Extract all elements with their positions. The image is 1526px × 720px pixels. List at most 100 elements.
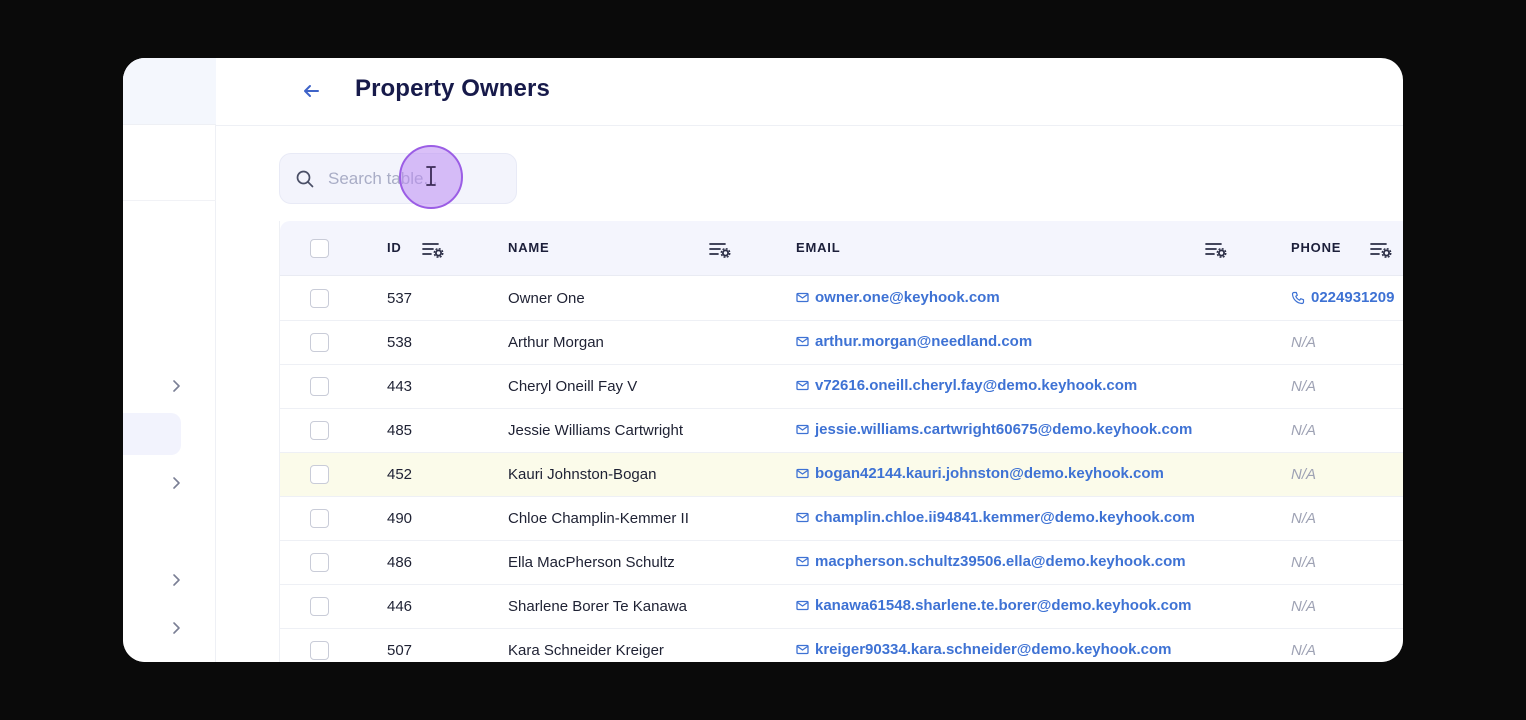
mail-icon	[796, 424, 809, 435]
cell-phone: N/A	[1291, 334, 1317, 351]
email-text: owner.one@keyhook.com	[815, 289, 1000, 306]
sidebar-header	[123, 58, 216, 125]
page-header: Property Owners	[216, 58, 1403, 126]
row-checkbox[interactable]	[310, 553, 329, 572]
cell-name: Ella MacPherson Schultz	[508, 554, 675, 571]
mail-icon	[796, 380, 809, 391]
cell-name: Chloe Champlin-Kemmer II	[508, 510, 689, 527]
row-checkbox[interactable]	[310, 377, 329, 396]
table-row-highlighted[interactable]: 452 Kauri Johnston-Bogan bogan42144.kaur…	[280, 453, 1403, 497]
email-link[interactable]: bogan42144.kauri.johnston@demo.keyhook.c…	[796, 465, 1164, 482]
table-row[interactable]: 486 Ella MacPherson Schultz macpherson.s…	[280, 541, 1403, 585]
column-settings-icon[interactable]	[1204, 239, 1228, 259]
cell-id: 507	[387, 642, 413, 659]
email-text: arthur.morgan@needland.com	[815, 333, 1033, 350]
table-row[interactable]: 538 Arthur Morgan arthur.morgan@needland…	[280, 321, 1403, 365]
select-all-checkbox[interactable]	[310, 239, 329, 258]
phone-icon	[1291, 291, 1305, 304]
column-header-id[interactable]: ID	[387, 240, 402, 255]
cell-phone: N/A	[1291, 510, 1317, 527]
cell-id: 485	[387, 422, 413, 439]
column-settings-icon[interactable]	[1369, 239, 1393, 259]
chevron-right-icon[interactable]	[169, 476, 183, 490]
owners-table: ID NAME EMAIL PHONE 537 Owner One owner.…	[279, 221, 1403, 662]
email-link[interactable]: jessie.williams.cartwright60675@demo.key…	[796, 421, 1192, 438]
mail-icon	[796, 468, 809, 479]
column-header-name[interactable]: NAME	[508, 240, 549, 255]
mail-icon	[796, 292, 809, 303]
table-row[interactable]: 507 Kara Schneider Kreiger kreiger90334.…	[280, 629, 1403, 662]
arrow-left-icon	[304, 85, 319, 97]
mail-icon	[796, 644, 809, 655]
email-link[interactable]: owner.one@keyhook.com	[796, 289, 1000, 306]
row-checkbox[interactable]	[310, 597, 329, 616]
row-checkbox[interactable]	[310, 465, 329, 484]
cell-name: Owner One	[508, 290, 585, 307]
table-row[interactable]: 485 Jessie Williams Cartwright jessie.wi…	[280, 409, 1403, 453]
row-checkbox[interactable]	[310, 421, 329, 440]
chevron-right-icon[interactable]	[169, 379, 183, 393]
phone-text: 0224931209	[1311, 289, 1395, 306]
sidebar-item-active[interactable]	[123, 413, 181, 455]
cell-id: 537	[387, 290, 413, 307]
email-link[interactable]: macpherson.schultz39506.ella@demo.keyhoo…	[796, 553, 1186, 570]
email-text: kreiger90334.kara.schneider@demo.keyhook…	[815, 641, 1172, 658]
cell-id: 452	[387, 466, 413, 483]
cell-phone: N/A	[1291, 598, 1317, 615]
search-icon	[295, 169, 315, 189]
cell-name: Kara Schneider Kreiger	[508, 642, 664, 659]
mail-icon	[796, 512, 809, 523]
cell-phone: N/A	[1291, 466, 1317, 483]
cell-id: 538	[387, 334, 413, 351]
chevron-right-icon[interactable]	[169, 621, 183, 635]
text-cursor-icon	[425, 165, 437, 187]
cell-phone: N/A	[1291, 422, 1317, 439]
cell-phone: N/A	[1291, 642, 1317, 659]
mail-icon	[796, 600, 809, 611]
cell-phone: N/A	[1291, 554, 1317, 571]
sidebar	[123, 58, 216, 662]
column-header-email[interactable]: EMAIL	[796, 240, 840, 255]
sidebar-divider	[123, 200, 216, 201]
mail-icon	[796, 556, 809, 567]
cell-id: 446	[387, 598, 413, 615]
email-text: champlin.chloe.ii94841.kemmer@demo.keyho…	[815, 509, 1195, 526]
cell-id: 486	[387, 554, 413, 571]
email-link[interactable]: v72616.oneill.cheryl.fay@demo.keyhook.co…	[796, 377, 1137, 394]
table-row[interactable]: 490 Chloe Champlin-Kemmer II champlin.ch…	[280, 497, 1403, 541]
email-text: v72616.oneill.cheryl.fay@demo.keyhook.co…	[815, 377, 1138, 394]
cell-name: Jessie Williams Cartwright	[508, 422, 684, 439]
cell-name: Kauri Johnston-Bogan	[508, 466, 657, 483]
cell-phone: N/A	[1291, 378, 1317, 395]
cell-name: Arthur Morgan	[508, 334, 604, 351]
row-checkbox[interactable]	[310, 641, 329, 660]
mail-icon	[796, 336, 809, 347]
email-link[interactable]: champlin.chloe.ii94841.kemmer@demo.keyho…	[796, 509, 1195, 526]
table-row[interactable]: 446 Sharlene Borer Te Kanawa kanawa61548…	[280, 585, 1403, 629]
column-header-phone[interactable]: PHONE	[1291, 240, 1341, 255]
cell-name: Cheryl Oneill Fay V	[508, 378, 638, 395]
column-settings-icon[interactable]	[708, 239, 732, 259]
email-link[interactable]: kanawa61548.sharlene.te.borer@demo.keyho…	[796, 597, 1191, 614]
cell-id: 490	[387, 510, 413, 527]
table-row[interactable]: 443 Cheryl Oneill Fay V v72616.oneill.ch…	[280, 365, 1403, 409]
cell-id: 443	[387, 378, 413, 395]
email-link[interactable]: kreiger90334.kara.schneider@demo.keyhook…	[796, 641, 1171, 658]
search-box[interactable]	[279, 153, 517, 204]
chevron-right-icon[interactable]	[169, 573, 183, 587]
phone-link[interactable]: 0224931209	[1291, 289, 1394, 306]
email-text: bogan42144.kauri.johnston@demo.keyhook.c…	[815, 465, 1164, 482]
column-settings-icon[interactable]	[421, 239, 445, 259]
email-text: jessie.williams.cartwright60675@demo.key…	[815, 421, 1193, 438]
email-text: macpherson.schultz39506.ella@demo.keyhoo…	[815, 553, 1186, 570]
row-checkbox[interactable]	[310, 333, 329, 352]
table-row[interactable]: 537 Owner One owner.one@keyhook.com 0224…	[280, 277, 1403, 321]
email-text: kanawa61548.sharlene.te.borer@demo.keyho…	[815, 597, 1192, 614]
cell-name: Sharlene Borer Te Kanawa	[508, 598, 688, 615]
email-link[interactable]: arthur.morgan@needland.com	[796, 333, 1032, 350]
row-checkbox[interactable]	[310, 509, 329, 528]
row-checkbox[interactable]	[310, 289, 329, 308]
page-title: Property Owners	[355, 75, 550, 102]
app-window: Property Owners ID NAME EMAIL PHONE	[123, 58, 1403, 662]
back-button[interactable]	[300, 80, 322, 102]
